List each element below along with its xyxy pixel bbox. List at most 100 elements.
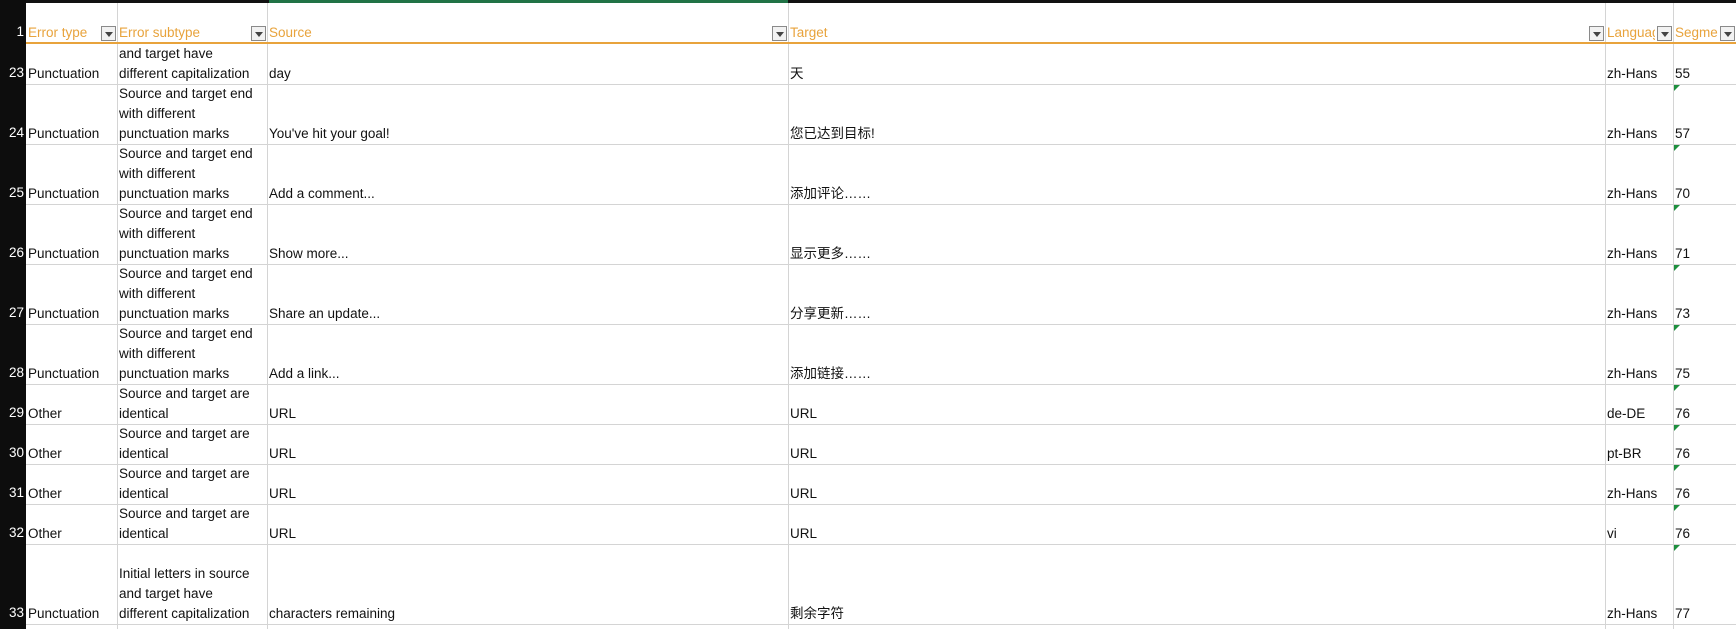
cell-language[interactable]: zh-Hans <box>1605 44 1672 84</box>
cell-segment[interactable]: 76 <box>1673 385 1735 424</box>
cell-error-subtype[interactable]: Source and target end with different punct… <box>117 145 266 204</box>
cell-error-type[interactable]: Punctuation <box>26 325 116 384</box>
column-header-source[interactable]: Source <box>267 3 770 43</box>
cell-source[interactable]: characters remaining <box>267 545 787 624</box>
cell-segment[interactable]: 76 <box>1673 465 1735 504</box>
cell-error-type[interactable]: Punctuation <box>26 85 116 144</box>
cell-source[interactable]: Add a comment... <box>267 145 787 204</box>
row-number[interactable]: 33 <box>0 605 24 621</box>
cell-language[interactable]: zh-Hans <box>1605 545 1672 624</box>
cell-segment[interactable]: 55 <box>1673 44 1735 84</box>
cell-error-type[interactable]: Other <box>26 425 116 464</box>
cell-source[interactable]: Share an update... <box>267 265 787 324</box>
cell-text: URL <box>269 406 297 421</box>
cell-error-subtype[interactable]: Source and target are identical <box>117 385 266 424</box>
column-header-label: Error subtype <box>119 25 201 40</box>
cell-target[interactable]: URL <box>788 385 1604 424</box>
cell-language[interactable]: zh-Hans <box>1605 465 1672 504</box>
spreadsheet[interactable]: 1 23 24 25 26 27 28 29 30 31 32 33 Error type Error … <box>0 0 1736 629</box>
cell-language[interactable]: zh-Hans <box>1605 145 1672 204</box>
column-header-label: Source <box>269 25 312 40</box>
cell-text: characters remaining <box>269 606 396 621</box>
row-number[interactable]: 28 <box>0 365 24 381</box>
cell-source[interactable]: Add a link... <box>267 325 787 384</box>
cell-target[interactable]: 分享更新…… <box>788 265 1604 324</box>
cell-segment[interactable]: 75 <box>1673 325 1735 384</box>
row-number[interactable]: 30 <box>0 445 24 461</box>
cell-language[interactable]: de-DE <box>1605 385 1672 424</box>
cell-error-subtype[interactable]: Source and target are identical <box>117 425 266 464</box>
cell-language[interactable]: pt-BR <box>1605 425 1672 464</box>
cell-segment[interactable]: 76 <box>1673 425 1735 464</box>
cell-error-subtype[interactable]: Source and target end with different punct… <box>117 205 266 264</box>
cell-language[interactable]: vi <box>1605 505 1672 544</box>
filter-dropdown-icon[interactable] <box>1657 26 1672 41</box>
cell-target[interactable]: 添加评论…… <box>788 145 1604 204</box>
cell-error-type[interactable]: Punctuation <box>26 545 116 624</box>
column-header-target[interactable]: Target <box>788 3 1587 43</box>
filter-dropdown-icon[interactable] <box>1720 26 1735 41</box>
row-number[interactable]: 24 <box>0 125 24 141</box>
comment-indicator-icon <box>1674 85 1680 91</box>
cell-error-type[interactable]: Punctuation <box>26 145 116 204</box>
row-number[interactable]: 26 <box>0 245 24 261</box>
cell-text-line: punctuation marks <box>119 126 230 141</box>
cell-source[interactable]: URL <box>267 505 787 544</box>
cell-language[interactable]: zh-Hans <box>1605 325 1672 384</box>
row-number[interactable]: 1 <box>0 24 24 40</box>
cell-target[interactable]: 显示更多…… <box>788 205 1604 264</box>
cell-error-type[interactable]: Punctuation <box>26 265 116 324</box>
filter-dropdown-icon[interactable] <box>772 26 787 41</box>
cell-source[interactable]: Show more... <box>267 205 787 264</box>
cell-error-type[interactable]: Other <box>26 505 116 544</box>
row-number[interactable]: 32 <box>0 525 24 541</box>
cell-error-type[interactable]: Punctuation <box>26 205 116 264</box>
cell-source[interactable]: day <box>267 44 787 84</box>
cell-source[interactable]: URL <box>267 465 787 504</box>
filter-dropdown-icon[interactable] <box>251 26 266 41</box>
cell-error-type[interactable]: Other <box>26 385 116 424</box>
cell-error-type[interactable]: Punctuation <box>26 44 116 84</box>
cell-segment[interactable]: 57 <box>1673 85 1735 144</box>
row-number[interactable]: 31 <box>0 485 24 501</box>
cell-language[interactable]: zh-Hans <box>1605 205 1672 264</box>
cell-error-subtype[interactable]: Source and target end with different punct… <box>117 85 266 144</box>
column-header-segment[interactable]: Segme <box>1673 3 1718 43</box>
comment-indicator-icon <box>1674 205 1680 211</box>
filter-dropdown-icon[interactable] <box>1589 26 1604 41</box>
cell-segment[interactable]: 76 <box>1673 505 1735 544</box>
cell-target[interactable]: 天 <box>788 44 1604 84</box>
column-header-error-type[interactable]: Error type <box>26 3 99 43</box>
cell-target[interactable]: 添加链接…… <box>788 325 1604 384</box>
cell-error-type[interactable]: Other <box>26 465 116 504</box>
cell-target[interactable]: URL <box>788 425 1604 464</box>
cell-text: Punctuation <box>28 246 100 261</box>
cell-segment[interactable]: 71 <box>1673 205 1735 264</box>
row-number[interactable]: 23 <box>0 65 24 81</box>
cell-target[interactable]: URL <box>788 465 1604 504</box>
cell-source[interactable]: URL <box>267 385 787 424</box>
cell-source[interactable]: You've hit your goal! <box>267 85 787 144</box>
cell-target[interactable]: 您已达到目标! <box>788 85 1604 144</box>
cell-target[interactable]: URL <box>788 505 1604 544</box>
filter-dropdown-icon[interactable] <box>101 26 116 41</box>
cell-source[interactable]: URL <box>267 425 787 464</box>
cell-error-subtype[interactable]: and target have different capitalization <box>117 44 266 84</box>
cell-error-subtype[interactable]: Source and target are identical <box>117 505 266 544</box>
column-header-error-subtype[interactable]: Error subtype <box>117 3 249 43</box>
row-number[interactable]: 27 <box>0 305 24 321</box>
row-header-column[interactable]: 1 23 24 25 26 27 28 29 30 31 32 33 <box>0 0 26 629</box>
cell-error-subtype[interactable]: Source and target end with different punct… <box>117 325 266 384</box>
cell-error-subtype[interactable]: Source and target end with different punct… <box>117 265 266 324</box>
cell-segment[interactable]: 77 <box>1673 545 1735 624</box>
cell-segment[interactable]: 73 <box>1673 265 1735 324</box>
cell-language[interactable]: zh-Hans <box>1605 265 1672 324</box>
cell-language[interactable]: zh-Hans <box>1605 85 1672 144</box>
cell-error-subtype[interactable]: Source and target are identical <box>117 465 266 504</box>
cell-error-subtype[interactable]: Initial letters in source and target have… <box>117 545 266 624</box>
row-number[interactable]: 25 <box>0 185 24 201</box>
cell-segment[interactable]: 70 <box>1673 145 1735 204</box>
row-number[interactable]: 29 <box>0 405 24 421</box>
cell-target[interactable]: 剩余字符 <box>788 545 1604 624</box>
column-header-language[interactable]: Languag <box>1605 3 1655 43</box>
